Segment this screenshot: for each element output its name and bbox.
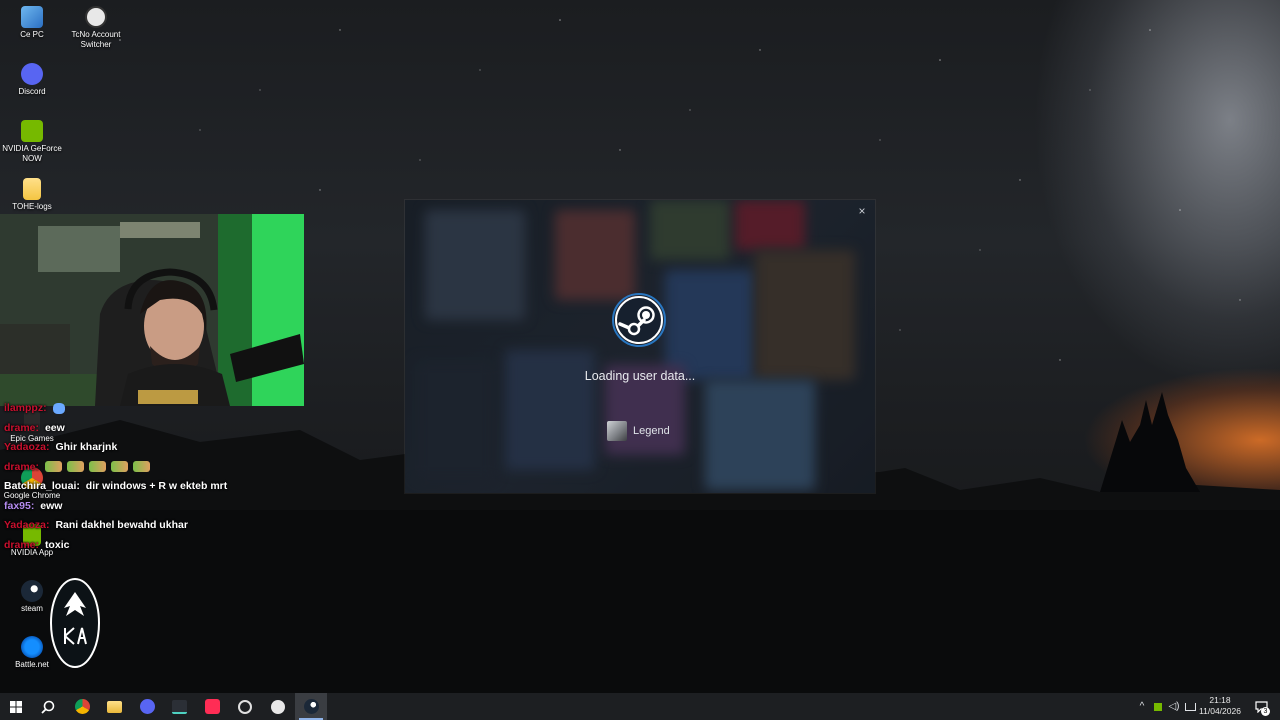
desktop-icon-tcno[interactable]: TcNo Account Switcher	[64, 6, 128, 50]
desktop-icon-tohe-logs[interactable]: TOHE-logs	[0, 178, 64, 212]
desktop-icon-label: steam	[21, 604, 43, 613]
discord-icon	[21, 63, 43, 85]
emote-icon	[132, 461, 150, 473]
chat-text: eww	[40, 499, 63, 512]
geforce-now-icon	[21, 120, 43, 142]
loading-status-text: Loading user data...	[584, 369, 696, 383]
taskbar: ^ ◁) 21:18 11/04/2026 3	[0, 693, 1280, 720]
terminal-icon	[171, 699, 187, 714]
chat-text: eew	[44, 421, 65, 434]
search-icon	[41, 700, 55, 714]
webcam-feed	[0, 214, 304, 406]
chat-username: Yadaoza:	[4, 441, 50, 453]
chat-text: toxic	[44, 538, 70, 551]
taskbar-steam[interactable]	[295, 693, 327, 720]
chat-text: dir windows + R w ekteb mrt	[85, 480, 228, 492]
chat-message: ilamppz:	[4, 402, 304, 422]
tray-nvidia[interactable]	[1150, 693, 1166, 720]
desktop-icon-geforce-now[interactable]: NVIDIA GeForce NOW	[0, 120, 64, 164]
windows-start-icon	[10, 700, 22, 713]
chat-username: drame:	[4, 460, 40, 473]
battlenet-icon	[21, 636, 43, 658]
account-name: Legend	[633, 425, 670, 437]
desktop-icon-discord[interactable]: Discord	[0, 63, 64, 97]
steam-login-dialog: × Loading user data... Legend	[405, 200, 875, 493]
chat-message: fax95: eww	[4, 500, 304, 520]
show-hidden-icons-button[interactable]: ^	[1134, 693, 1150, 720]
folder-icon	[23, 178, 41, 200]
chrome-icon	[74, 699, 90, 714]
streamer-logo	[50, 578, 100, 668]
chat-message: Yadaoza: Ghir kharjnk	[4, 441, 304, 461]
discord-icon	[139, 699, 155, 714]
desktop-icon-label: Ce PC	[20, 30, 44, 39]
chat-text: Ghir kharjnk	[55, 441, 118, 453]
chat-username: drame:	[4, 421, 40, 434]
file-explorer-icon	[106, 700, 122, 713]
tray-volume[interactable]: ◁)	[1166, 693, 1182, 720]
chat-username: drame:	[4, 538, 40, 551]
taskbar-obs[interactable]	[229, 693, 261, 720]
start-button[interactable]	[0, 693, 32, 720]
desktop-icon-this-pc[interactable]: Ce PC	[0, 6, 64, 40]
tcno-icon	[85, 6, 107, 28]
emote-icon	[66, 461, 84, 473]
steam-icon	[303, 699, 319, 714]
desktop-icon-label: TOHE-logs	[12, 202, 52, 211]
avatar	[607, 421, 627, 441]
chat-username: fax95:	[4, 499, 35, 512]
chat-message: drame: eew	[4, 422, 304, 442]
steam-logo-icon	[612, 293, 666, 347]
desktop-icon-label: Discord	[18, 87, 46, 96]
stream-chat-overlay: ilamppz: drame: eew Yadaoza: Ghir kharjn…	[4, 402, 304, 558]
search-button[interactable]	[32, 693, 64, 720]
taskbar-file-explorer[interactable]	[98, 693, 130, 720]
chat-username: Batchira_louai:	[4, 480, 80, 492]
chevron-up-icon: ^	[1139, 701, 1145, 712]
obs-icon	[238, 699, 252, 714]
notification-count-badge: 3	[1261, 707, 1270, 716]
network-icon	[1184, 702, 1196, 711]
desktop-icon-label: Battle.net	[15, 660, 49, 669]
volume-icon: ◁)	[1168, 701, 1180, 712]
clock-time: 21:18	[1209, 695, 1231, 705]
computer-icon	[21, 6, 43, 28]
taskbar-tiktok[interactable]	[196, 693, 228, 720]
chat-text: Rani dakhel bewahd ukhar	[55, 519, 188, 531]
clock-date: 11/04/2026	[1199, 706, 1241, 716]
desktop-icon-label: NVIDIA GeForce NOW	[2, 144, 62, 163]
close-icon[interactable]: ×	[854, 203, 870, 219]
desktop-icon-label: TcNo Account Switcher	[71, 30, 121, 49]
taskbar-chrome[interactable]	[66, 693, 98, 720]
emote-icon	[110, 461, 128, 473]
github-icon	[271, 699, 285, 714]
notification-center-button[interactable]: 3	[1248, 693, 1274, 720]
taskbar-clock[interactable]: 21:18 11/04/2026	[1196, 695, 1244, 717]
chat-message: Batchira_louai: dir windows + R w ekteb …	[4, 480, 304, 500]
emote-icon	[44, 461, 62, 473]
taskbar-discord[interactable]	[131, 693, 163, 720]
chat-message: Yadaoza: Rani dakhel bewahd ukhar	[4, 519, 304, 539]
chat-username: Yadaoza:	[4, 519, 50, 531]
taskbar-github[interactable]	[262, 693, 294, 720]
emote-icon	[88, 461, 106, 473]
nvidia-tray-icon	[1154, 702, 1162, 711]
butterfly-emote-icon	[52, 402, 65, 414]
account-chip: Legend	[607, 419, 670, 443]
chat-username: ilamppz:	[4, 402, 47, 414]
steam-icon	[21, 580, 43, 602]
taskbar-terminal[interactable]	[163, 693, 195, 720]
chat-message: drame:	[4, 461, 304, 481]
chat-message: drame: toxic	[4, 539, 304, 559]
tiktok-icon	[204, 699, 220, 714]
